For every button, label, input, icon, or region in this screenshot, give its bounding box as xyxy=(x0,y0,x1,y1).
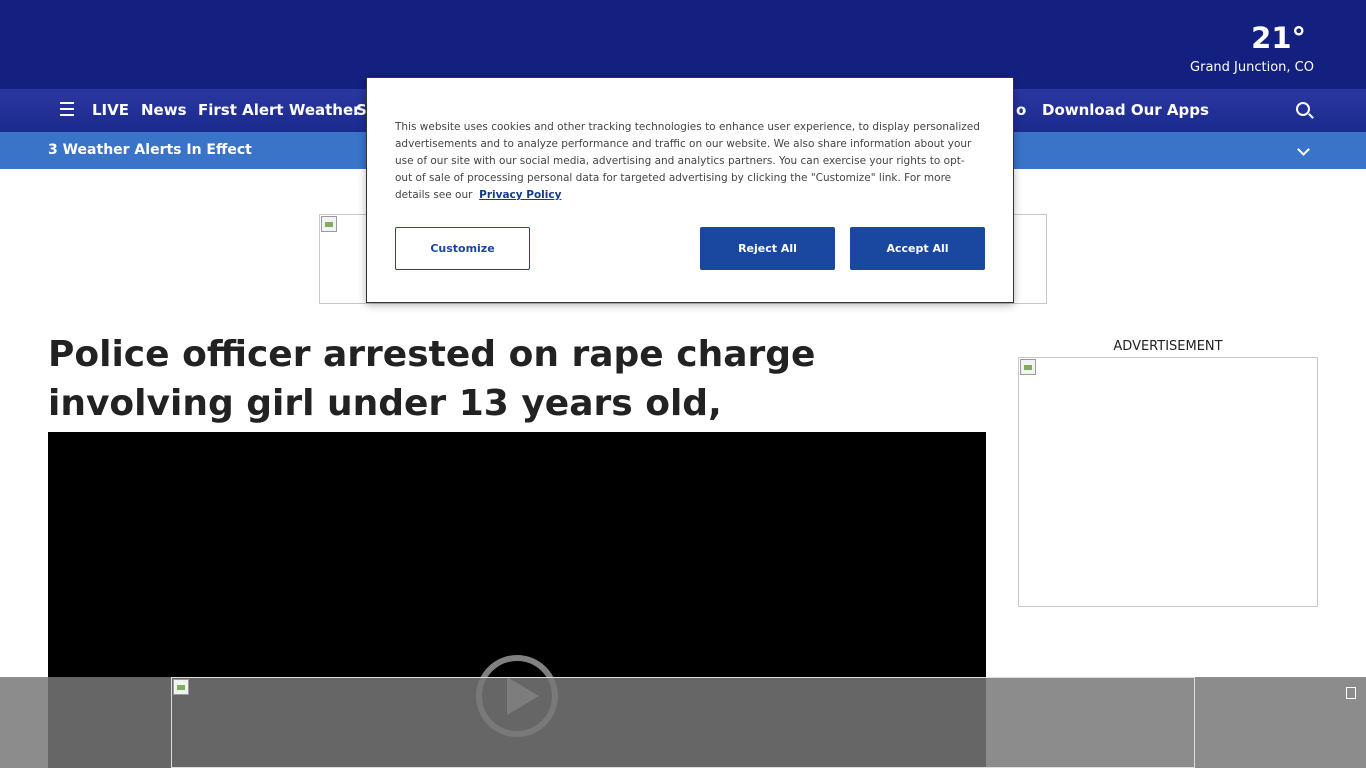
cookie-consent-text: This website uses cookies and other trac… xyxy=(395,119,981,204)
page: 21° Grand Junction, CO LIVE News First A… xyxy=(0,0,1366,768)
customize-button[interactable]: Customize xyxy=(395,227,530,270)
reject-all-button[interactable]: Reject All xyxy=(700,227,835,270)
nav-item-news[interactable]: News xyxy=(141,89,187,132)
sidebar-ad[interactable] xyxy=(1018,357,1318,607)
weather-alerts-label: 3 Weather Alerts In Effect xyxy=(48,142,252,158)
broken-image-icon xyxy=(173,679,189,695)
broken-image-icon xyxy=(1020,359,1036,375)
nav-item-first-alert-weather[interactable]: First Alert Weather xyxy=(198,89,361,132)
weather-widget[interactable]: 21° Grand Junction, CO xyxy=(1190,20,1314,76)
top-header: 21° Grand Junction, CO xyxy=(0,0,1366,89)
sticky-bottom-ad xyxy=(0,677,1366,768)
temperature: 21° xyxy=(1251,21,1306,55)
sticky-ad-frame[interactable] xyxy=(171,677,1195,768)
nav-item-live[interactable]: LIVE xyxy=(92,89,129,132)
location: Grand Junction, CO xyxy=(1190,60,1314,75)
cookie-consent-dialog: This website uses cookies and other trac… xyxy=(366,77,1014,303)
broken-image-icon xyxy=(321,216,337,232)
nav-item-partial-right[interactable]: o xyxy=(1016,89,1026,132)
nav-item-download-apps[interactable]: Download Our Apps xyxy=(1042,89,1209,132)
accept-all-button[interactable]: Accept All xyxy=(850,227,985,270)
sidebar-ad-label: ADVERTISEMENT xyxy=(1113,339,1223,354)
hamburger-menu-icon[interactable] xyxy=(60,102,74,118)
close-icon[interactable] xyxy=(1346,687,1356,699)
chevron-down-icon[interactable] xyxy=(1297,143,1310,156)
search-icon[interactable] xyxy=(1296,102,1310,116)
privacy-policy-link[interactable]: Privacy Policy xyxy=(479,189,561,201)
